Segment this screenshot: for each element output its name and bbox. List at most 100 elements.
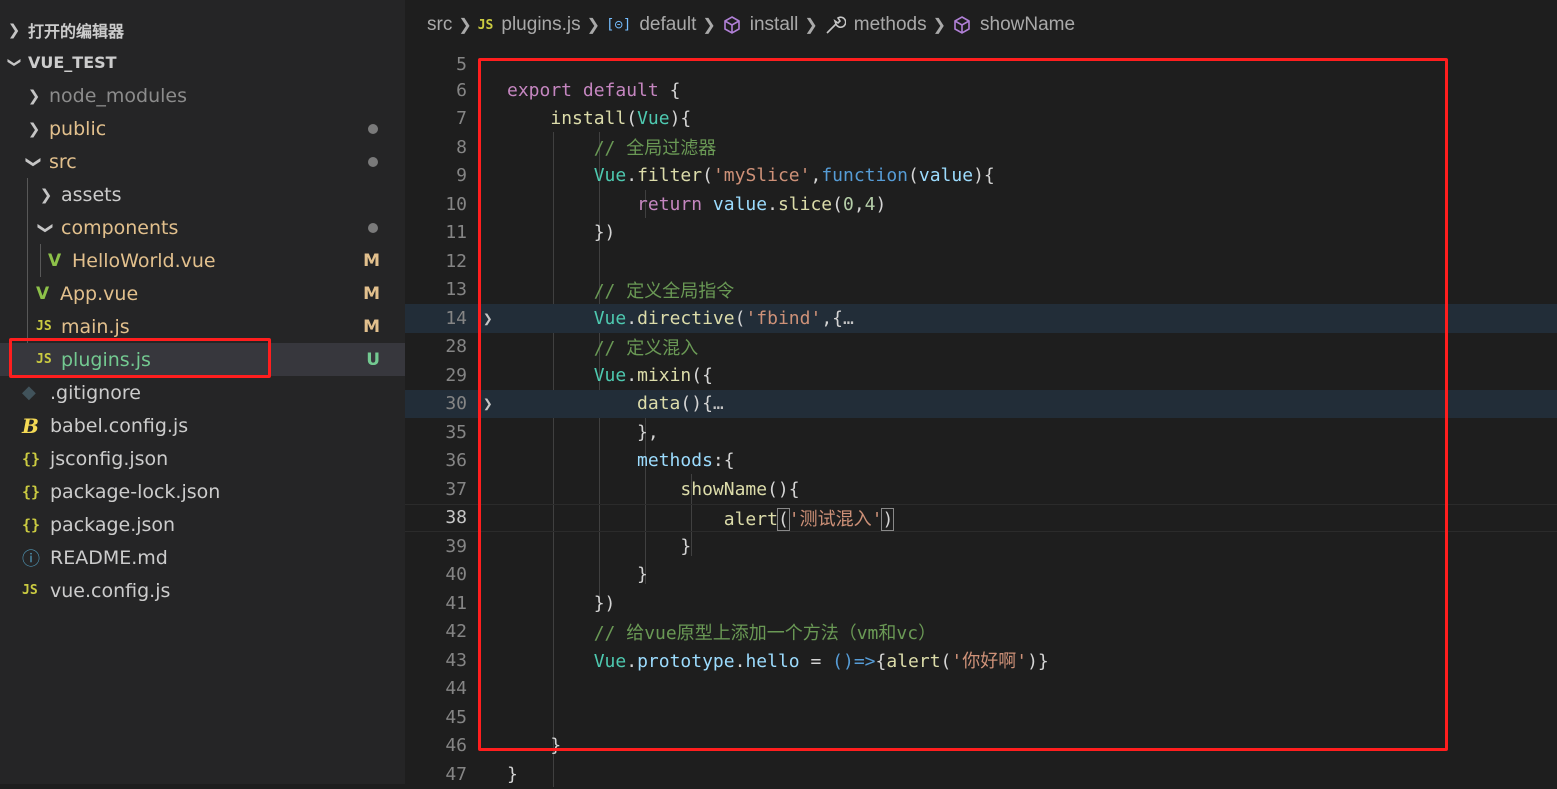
tree-item-assets[interactable]: ❯ assets [0, 178, 405, 211]
breadcrumb: src ❯ JS plugins.js ❯ [⊝] default ❯ inst… [405, 0, 1557, 50]
git-status-badge: M [363, 283, 380, 304]
breadcrumb-label: default [639, 14, 697, 35]
babel-file-icon: B [22, 413, 39, 438]
breadcrumb-label: src [427, 14, 453, 35]
breadcrumb-item-src[interactable]: src [427, 14, 452, 36]
tree-item-gitignore[interactable]: ◆ .gitignore [0, 376, 405, 409]
tree-item-label: assets [61, 183, 122, 206]
line-number: 29 [445, 364, 467, 386]
breadcrumb-item-file[interactable]: JS plugins.js [478, 14, 581, 36]
tree-item-label: HelloWorld.vue [72, 249, 216, 272]
tree-item-readme[interactable]: ⓘ README.md [0, 541, 405, 574]
tree-item-label: package-lock.json [50, 480, 221, 503]
line-number: 40 [445, 564, 467, 586]
code-line: 47 } [405, 760, 1557, 789]
breadcrumb-label: plugins.js [501, 14, 581, 35]
chevron-down-icon: ❯ [25, 155, 43, 168]
tree-item-jsconfig[interactable]: {} jsconfig.json [0, 442, 405, 475]
line-number: 13 [445, 279, 467, 301]
chevron-right-icon: ❯ [7, 20, 21, 39]
vue-file-icon: V [36, 283, 50, 304]
info-icon: ⓘ [22, 548, 40, 570]
js-file-icon: JS [36, 319, 52, 334]
line-number: 41 [445, 592, 467, 614]
tree-item-label: README.md [50, 546, 168, 569]
tree-item-app-vue[interactable]: V App.vue M [0, 277, 405, 310]
line-number: 37 [445, 478, 467, 500]
variable-symbol-icon: [⊝] [606, 17, 632, 33]
explorer-sidebar: ❯ 打开的编辑器 ❯ VUE_TEST ❯ node_modules ❯ pub… [0, 0, 405, 784]
git-status-badge: U [366, 349, 380, 370]
open-editors-label: 打开的编辑器 [28, 21, 125, 41]
chevron-right-icon: ❯ [458, 17, 472, 34]
git-file-icon: ◆ [22, 382, 36, 403]
modified-dot-icon [368, 123, 378, 134]
line-number: 47 [445, 763, 467, 785]
tree-item-vue-config[interactable]: JS vue.config.js [0, 574, 405, 607]
tree-item-label: node_modules [49, 84, 188, 107]
line-number: 8 [456, 136, 467, 158]
annotation-highlight-box [478, 58, 1448, 751]
line-number: 39 [445, 535, 467, 557]
tree-item-label: components [61, 216, 179, 239]
breadcrumb-item-showname[interactable]: showName [952, 14, 1075, 36]
tree-item-package-json[interactable]: {} package.json [0, 508, 405, 541]
project-label: VUE_TEST [28, 53, 117, 72]
chevron-right-icon: ❯ [804, 17, 818, 34]
tree-item-babel-config[interactable]: B babel.config.js [0, 409, 405, 442]
line-number: 9 [456, 165, 467, 187]
tree-item-label: main.js [61, 315, 130, 338]
line-number: 36 [445, 450, 467, 472]
git-status-badge: M [363, 316, 380, 337]
line-number: 11 [445, 222, 467, 244]
js-file-icon: JS [22, 583, 38, 598]
tree-item-helloworld[interactable]: V HelloWorld.vue M [0, 244, 405, 277]
wrench-icon [826, 16, 846, 34]
chevron-right-icon: ❯ [702, 17, 716, 34]
line-number: 44 [445, 678, 467, 700]
tree-item-label: public [49, 117, 107, 140]
tree-item-label: jsconfig.json [50, 447, 169, 470]
open-editors-header[interactable]: ❯ 打开的编辑器 [0, 13, 124, 46]
line-number: 28 [445, 336, 467, 358]
modified-dot-icon [368, 222, 378, 233]
tree-item-src[interactable]: ❯ src [0, 145, 405, 178]
tree-item-label: .gitignore [50, 381, 141, 404]
code-text: } [507, 763, 518, 785]
tree-item-node-modules[interactable]: ❯ node_modules [0, 79, 405, 112]
chevron-right-icon: ❯ [27, 119, 41, 138]
modified-dot-icon [368, 156, 378, 167]
breadcrumb-label: methods [853, 14, 927, 35]
tree-item-public[interactable]: ❯ public [0, 112, 405, 145]
line-number: 38 [445, 507, 467, 529]
breadcrumb-label: showName [980, 14, 1076, 35]
tree-item-components[interactable]: ❯ components [0, 211, 405, 244]
line-number: 5 [456, 53, 467, 75]
tree-item-label: package.json [50, 513, 176, 536]
annotation-highlight-box [9, 338, 271, 378]
git-status-badge: M [363, 250, 380, 271]
json-file-icon: {} [22, 515, 41, 534]
breadcrumb-item-methods[interactable]: methods [824, 14, 927, 36]
line-number: 46 [445, 735, 467, 757]
json-file-icon: {} [22, 449, 41, 468]
tree-item-package-lock[interactable]: {} package-lock.json [0, 475, 405, 508]
breadcrumb-item-default[interactable]: [⊝] default [606, 14, 696, 36]
breadcrumb-item-install[interactable]: install [722, 14, 799, 36]
chevron-right-icon: ❯ [932, 17, 947, 34]
line-number: 35 [445, 421, 467, 443]
chevron-right-icon: ❯ [27, 86, 41, 105]
tree-item-label: babel.config.js [50, 414, 189, 437]
line-number: 12 [445, 250, 467, 272]
method-symbol-icon [723, 16, 740, 34]
js-file-icon: JS [477, 17, 494, 33]
line-number: 10 [445, 193, 467, 215]
json-file-icon: {} [22, 482, 41, 501]
line-number: 43 [445, 649, 467, 671]
line-number: 45 [445, 706, 467, 728]
project-header[interactable]: ❯ VUE_TEST [0, 46, 117, 79]
breadcrumb-label: install [749, 14, 799, 35]
chevron-down-icon: ❯ [37, 221, 55, 234]
tree-item-label: vue.config.js [50, 579, 171, 602]
chevron-right-icon: ❯ [586, 17, 601, 34]
